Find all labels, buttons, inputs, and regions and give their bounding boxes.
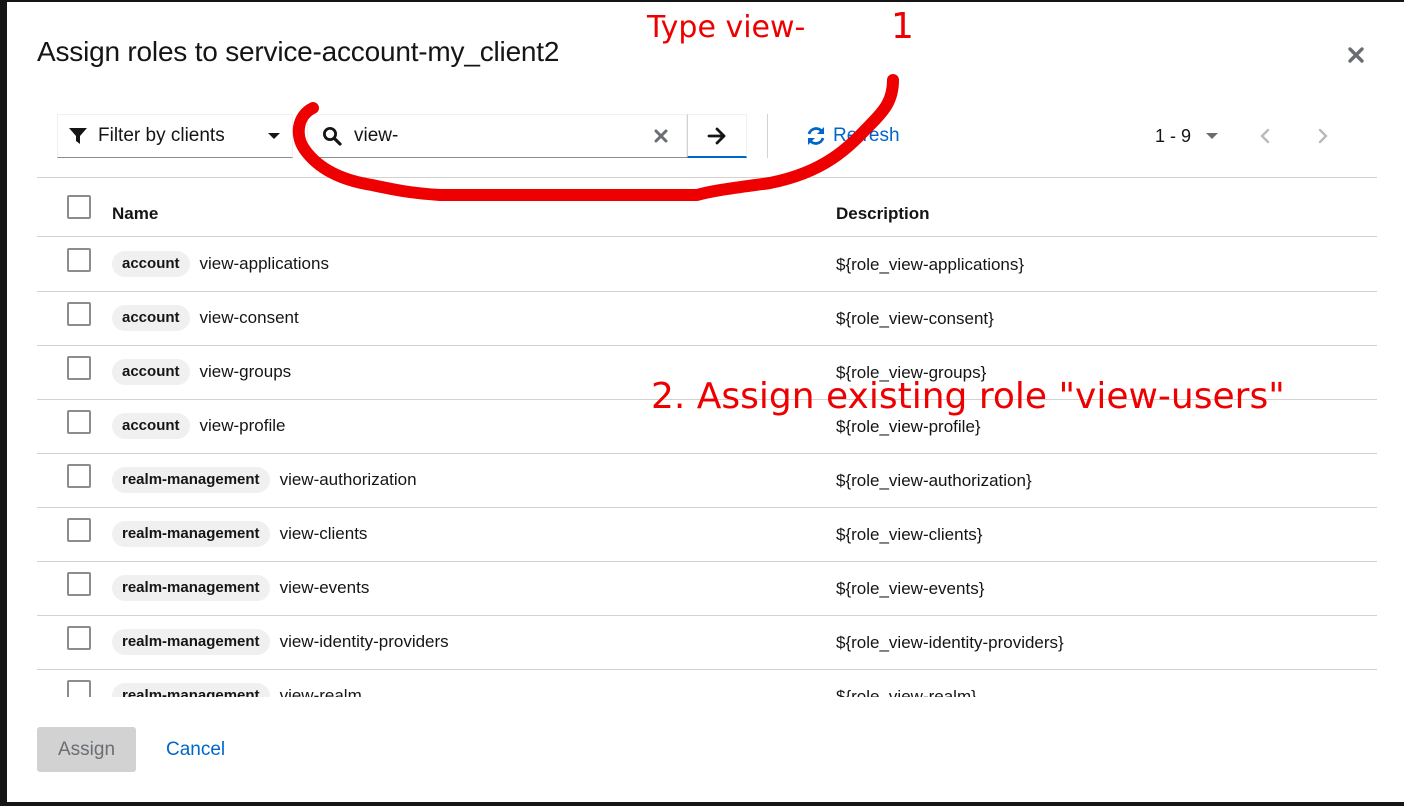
role-name-cell: realm-management view-authorization xyxy=(112,467,417,493)
pagination-range: 1 - 9 xyxy=(1155,125,1192,146)
assign-button[interactable]: Assign xyxy=(37,727,136,772)
angle-left-icon xyxy=(1260,128,1270,144)
role-description: ${role_view-applications} xyxy=(836,255,1025,274)
row-checkbox[interactable] xyxy=(67,248,91,272)
table-row: account view-consent ${role_view-consent… xyxy=(37,292,1377,346)
role-description: ${role_view-identity-providers} xyxy=(836,633,1064,652)
next-page-button[interactable] xyxy=(1303,118,1343,154)
role-name: view-profile xyxy=(199,416,286,435)
refresh-button[interactable]: Refresh xyxy=(805,120,900,152)
filter-icon xyxy=(69,128,87,144)
client-badge: realm-management xyxy=(112,521,270,547)
role-name-cell: realm-management view-identity-providers xyxy=(112,629,449,655)
search-submit-button[interactable] xyxy=(687,114,747,158)
table-row: account view-applications ${role_view-ap… xyxy=(37,238,1377,292)
pagination-toggle[interactable]: 1 - 9 xyxy=(1147,126,1227,147)
row-checkbox[interactable] xyxy=(67,518,91,542)
search-box xyxy=(307,114,687,157)
search-group xyxy=(307,114,747,158)
role-name-cell: account view-profile xyxy=(112,413,286,439)
search-input[interactable] xyxy=(352,124,646,148)
role-name: view-realm xyxy=(279,686,362,697)
role-name-cell: account view-applications xyxy=(112,251,329,277)
pagination: 1 - 9 xyxy=(1147,118,1343,154)
toolbar-divider xyxy=(767,114,768,158)
roles-table: Name Description account view-applicatio… xyxy=(37,177,1377,697)
annotation-type-hint: Type view- xyxy=(647,10,806,45)
client-badge: account xyxy=(112,413,190,439)
clear-icon xyxy=(654,129,668,143)
sync-icon xyxy=(807,127,825,145)
role-name-cell: realm-management view-realm xyxy=(112,683,362,697)
table-row: realm-management view-identity-providers… xyxy=(37,616,1377,670)
role-description: ${role_view-consent} xyxy=(836,309,994,328)
filter-by-clients-dropdown[interactable]: Filter by clients xyxy=(57,114,293,158)
client-badge: account xyxy=(112,251,190,277)
row-checkbox[interactable] xyxy=(67,410,91,434)
role-description: ${role_view-profile} xyxy=(836,417,981,436)
role-description: ${role_view-events} xyxy=(836,579,985,598)
role-name: view-authorization xyxy=(279,470,417,489)
row-checkbox[interactable] xyxy=(67,356,91,380)
role-name: view-consent xyxy=(199,308,299,327)
clear-search-button[interactable] xyxy=(646,121,676,151)
table-row: realm-management view-events ${role_view… xyxy=(37,562,1377,616)
arrow-right-icon xyxy=(707,127,726,144)
filter-label: Filter by clients xyxy=(98,125,225,146)
angle-right-icon xyxy=(1318,128,1328,144)
role-description: ${role_view-authorization} xyxy=(836,471,1032,490)
role-name: view-events xyxy=(279,578,370,597)
cancel-button[interactable]: Cancel xyxy=(157,727,234,772)
role-name: view-groups xyxy=(199,362,292,381)
caret-down-icon xyxy=(1206,133,1219,139)
table-row: realm-management view-realm ${role_view-… xyxy=(37,670,1377,697)
role-name: view-clients xyxy=(279,524,368,543)
caret-down-icon xyxy=(268,133,280,139)
row-checkbox[interactable] xyxy=(67,464,91,488)
client-badge: account xyxy=(112,305,190,331)
refresh-label: Refresh xyxy=(833,125,900,146)
role-name-cell: realm-management view-clients xyxy=(112,521,367,547)
role-name-cell: account view-consent xyxy=(112,305,299,331)
table-header: Name Description xyxy=(37,178,1377,237)
table-row: realm-management view-authorization ${ro… xyxy=(37,454,1377,508)
annotation-step-one: 1 xyxy=(891,6,914,47)
search-icon xyxy=(323,127,342,146)
previous-page-button[interactable] xyxy=(1245,118,1285,154)
role-name-cell: account view-groups xyxy=(112,359,291,385)
role-description: ${role_view-clients} xyxy=(836,525,983,544)
annotation-step-two: 2. Assign existing role "view-users" xyxy=(651,376,1285,417)
client-badge: account xyxy=(112,359,190,385)
row-checkbox[interactable] xyxy=(67,302,91,326)
column-header-description: Description xyxy=(836,204,930,223)
row-checkbox[interactable] xyxy=(67,680,91,697)
role-description: ${role_view-realm} xyxy=(836,687,977,697)
client-badge: realm-management xyxy=(112,683,270,697)
modal-footer: Assign Cancel xyxy=(7,722,1404,782)
client-badge: realm-management xyxy=(112,629,270,655)
row-checkbox[interactable] xyxy=(67,572,91,596)
client-badge: realm-management xyxy=(112,575,270,601)
row-checkbox[interactable] xyxy=(67,626,91,650)
select-all-checkbox[interactable] xyxy=(67,195,91,219)
role-name: view-applications xyxy=(199,254,329,273)
role-name: view-identity-providers xyxy=(279,632,449,651)
role-name-cell: realm-management view-events xyxy=(112,575,369,601)
column-header-name: Name xyxy=(112,204,159,223)
table-row: realm-management view-clients ${role_vie… xyxy=(37,508,1377,562)
client-badge: realm-management xyxy=(112,467,270,493)
